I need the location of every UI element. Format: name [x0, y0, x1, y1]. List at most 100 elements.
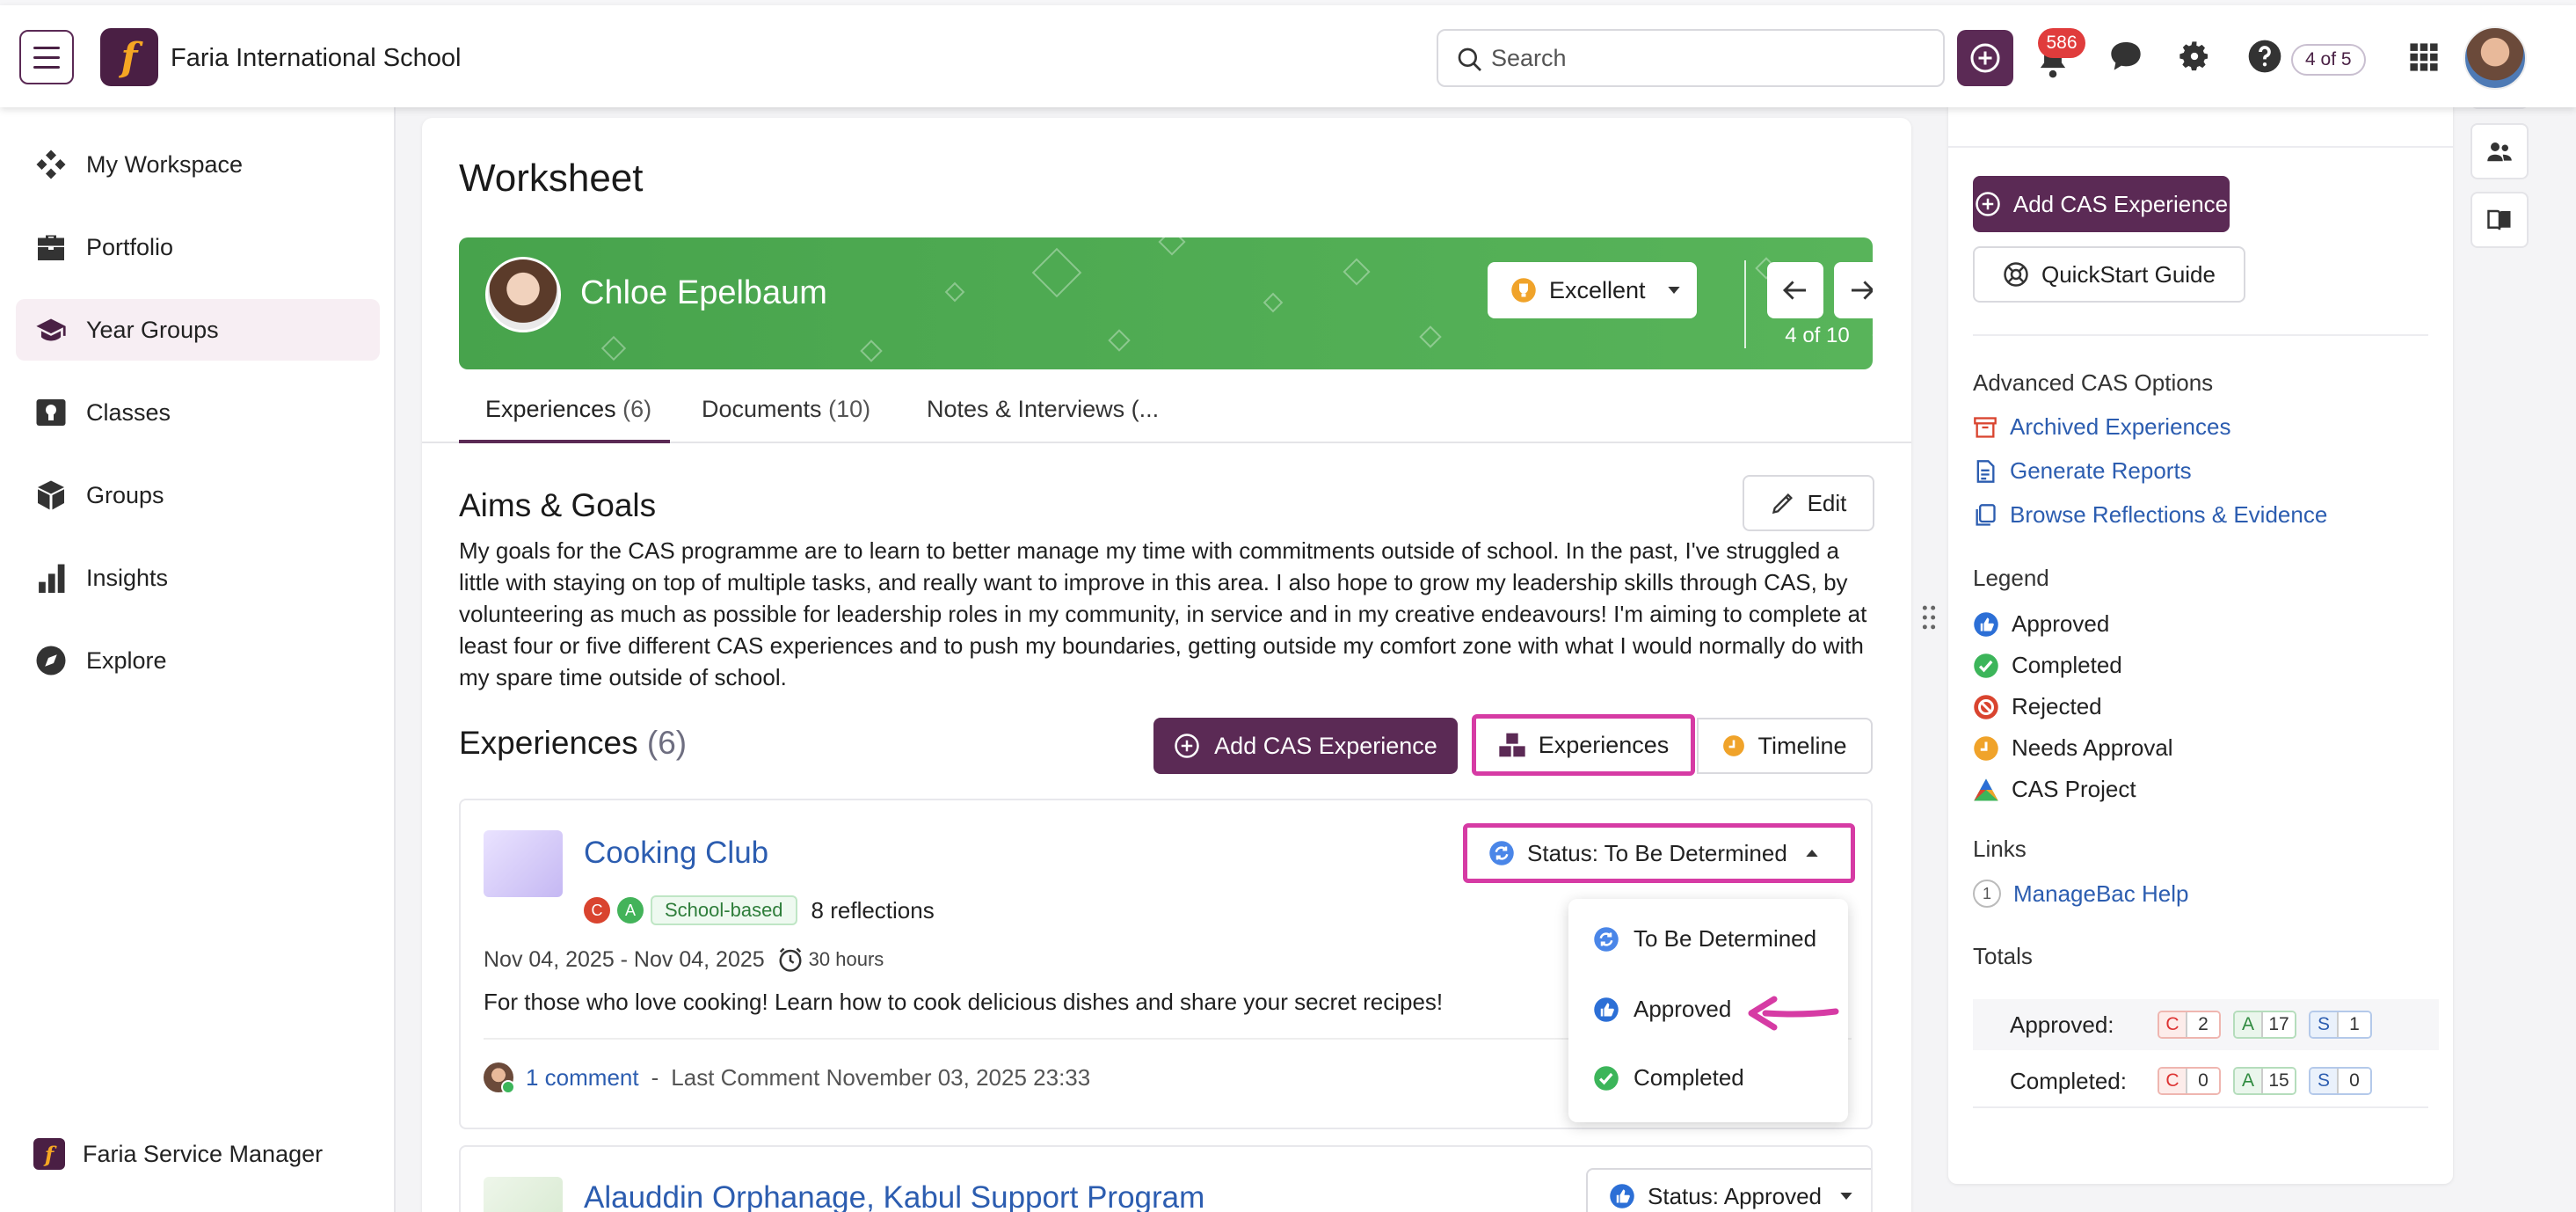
sidebar-item-label: Insights [86, 564, 169, 591]
comments-link[interactable]: 1 comment [526, 1064, 639, 1092]
timeline-view-button[interactable]: Timeline [1697, 718, 1873, 774]
search-box[interactable] [1437, 29, 1945, 87]
button-label: QuickStart Guide [2041, 260, 2216, 288]
school-logo[interactable]: f [100, 28, 158, 86]
total-value: 1 [2337, 1012, 2370, 1037]
total-value: 0 [2337, 1069, 2370, 1093]
help-icon[interactable] [2247, 39, 2282, 74]
gear-icon[interactable] [2177, 39, 2212, 74]
top-header: f Faria International School 586 4 of 5 [0, 5, 2576, 107]
search-icon [1458, 47, 1481, 71]
separator: - [651, 1063, 659, 1091]
plus-circle-icon [1970, 43, 2000, 73]
experiences-view-button[interactable]: Experiences [1472, 714, 1695, 776]
browse-reflections-link[interactable]: Browse Reflections & Evidence [1973, 501, 2327, 529]
student-name: Chloe Epelbaum [580, 274, 827, 311]
activity-total: A 15 [2233, 1067, 2296, 1095]
sidebar-item-year-groups[interactable]: Year Groups [16, 299, 380, 361]
experience-card: Alauddin Orphanage, Kabul Support Progra… [459, 1145, 1873, 1212]
total-letter: C [2159, 1069, 2186, 1093]
banner-decoration [944, 281, 965, 303]
bar-chart-icon [39, 564, 65, 593]
menu-toggle-button[interactable] [19, 30, 74, 84]
sidebar-item-classes[interactable]: Classes [16, 382, 380, 443]
next-student-button[interactable] [1834, 262, 1873, 318]
experience-dates: Nov 04, 2025 - Nov 04, 2025 30 hours [484, 946, 884, 973]
date-range: Nov 04, 2025 - Nov 04, 2025 [484, 946, 765, 972]
global-add-button[interactable] [1957, 30, 2013, 86]
copy-icon [1976, 503, 1996, 526]
tab-experiences[interactable]: Experiences (6) [485, 396, 651, 423]
status-label: Status: Approved [1648, 1182, 1823, 1209]
experience-title[interactable]: Alauddin Orphanage, Kabul Support Progra… [584, 1180, 1204, 1212]
experience-title[interactable]: Cooking Club [584, 836, 768, 871]
sidebar-item-explore[interactable]: Explore [16, 630, 380, 691]
legend-approved: Approved [1973, 610, 2109, 638]
status-dropdown-button[interactable]: Status: To Be Determined [1463, 823, 1855, 883]
active-tab-indicator [459, 440, 670, 443]
student-banner: Chloe Epelbaum Excellent 4 of 10 [459, 237, 1873, 369]
panel-divider [1973, 334, 2428, 336]
tab-documents[interactable]: Documents (10) [702, 396, 870, 423]
experiences-heading: Experiences (6) [459, 725, 687, 762]
edit-aims-button[interactable]: Edit [1743, 475, 1874, 531]
pencil-icon [1772, 493, 1793, 515]
classes-icon [36, 399, 66, 426]
ban-icon [1974, 694, 1998, 719]
details-panel: Details Add CAS Experience QuickStart Gu… [1948, 84, 2453, 1184]
managebac-help-link[interactable]: 1 ManageBac Help [1973, 880, 2188, 908]
page-indicator[interactable]: 4 of 5 [2291, 44, 2366, 76]
total-value: 2 [2186, 1012, 2219, 1037]
status-label: Status: To Be Determined [1527, 839, 1787, 866]
chat-icon[interactable] [2108, 39, 2143, 72]
edit-label: Edit [1807, 489, 1847, 516]
legend-label: CAS Project [2012, 776, 2136, 802]
generate-reports-link[interactable]: Generate Reports [1973, 457, 2192, 485]
panel-resize-handle[interactable] [1922, 605, 1936, 630]
quickstart-guide-button[interactable]: QuickStart Guide [1973, 246, 2245, 303]
status-option-completed[interactable]: Completed [1593, 1064, 1744, 1092]
links-heading: Links [1973, 836, 2027, 862]
apps-grid-icon[interactable] [2409, 42, 2439, 72]
total-letter: A [2235, 1012, 2261, 1037]
hours-value: 30 hours [808, 948, 884, 970]
previous-student-button[interactable] [1767, 262, 1823, 318]
add-cas-experience-button[interactable]: Add CAS Experience [1153, 718, 1458, 774]
refresh-status-icon [1489, 841, 1514, 865]
people-strip-button[interactable] [2470, 123, 2529, 179]
plus-circle-icon [1976, 192, 2000, 216]
sidebar-item-insights[interactable]: Insights [16, 547, 380, 609]
experience-thumbnail[interactable] [484, 1177, 563, 1212]
link-label: Archived Experiences [2010, 413, 2231, 440]
button-label: Add CAS Experience [1214, 732, 1437, 759]
reflections-count: 8 reflections [811, 896, 935, 924]
search-input[interactable] [1491, 44, 1913, 72]
faria-service-manager-link[interactable]: f Faria Service Manager [33, 1138, 323, 1170]
compass-icon [36, 646, 66, 675]
experience-thumbnail[interactable] [484, 830, 563, 897]
panel-add-cas-experience-button[interactable]: Add CAS Experience [1973, 176, 2230, 232]
sidebar-item-my-workspace[interactable]: My Workspace [16, 134, 380, 195]
total-value: 17 [2261, 1012, 2295, 1037]
user-avatar[interactable] [2463, 26, 2527, 90]
hours-count: 30 hours [777, 946, 884, 973]
logo-letter: f [120, 34, 138, 80]
creativity-total: C0 [2158, 1067, 2221, 1095]
graduation-cap-icon [36, 318, 66, 341]
plus-circle-icon [1175, 734, 1199, 758]
book-strip-button[interactable] [2470, 192, 2529, 248]
sidebar-item-label: Classes [86, 398, 171, 426]
archived-experiences-link[interactable]: Archived Experiences [1973, 413, 2230, 441]
total-letter: C [2159, 1012, 2186, 1037]
workspace-icon [36, 150, 66, 179]
tab-notes-interviews[interactable]: Notes & Interviews (... [927, 396, 1159, 423]
grade-select[interactable]: Excellent [1488, 262, 1697, 318]
status-dropdown-button[interactable]: Status: Approved [1586, 1168, 1871, 1212]
caret-down-icon [1840, 1193, 1852, 1200]
sidebar-item-portfolio[interactable]: Portfolio [16, 216, 380, 278]
status-option-to-be-determined[interactable]: To Be Determined [1593, 925, 1816, 953]
legend-label: Needs Approval [2012, 734, 2173, 761]
sidebar-item-groups[interactable]: Groups [16, 464, 380, 526]
status-option-approved[interactable]: Approved [1593, 996, 1731, 1023]
banner-decoration [1419, 325, 1442, 348]
